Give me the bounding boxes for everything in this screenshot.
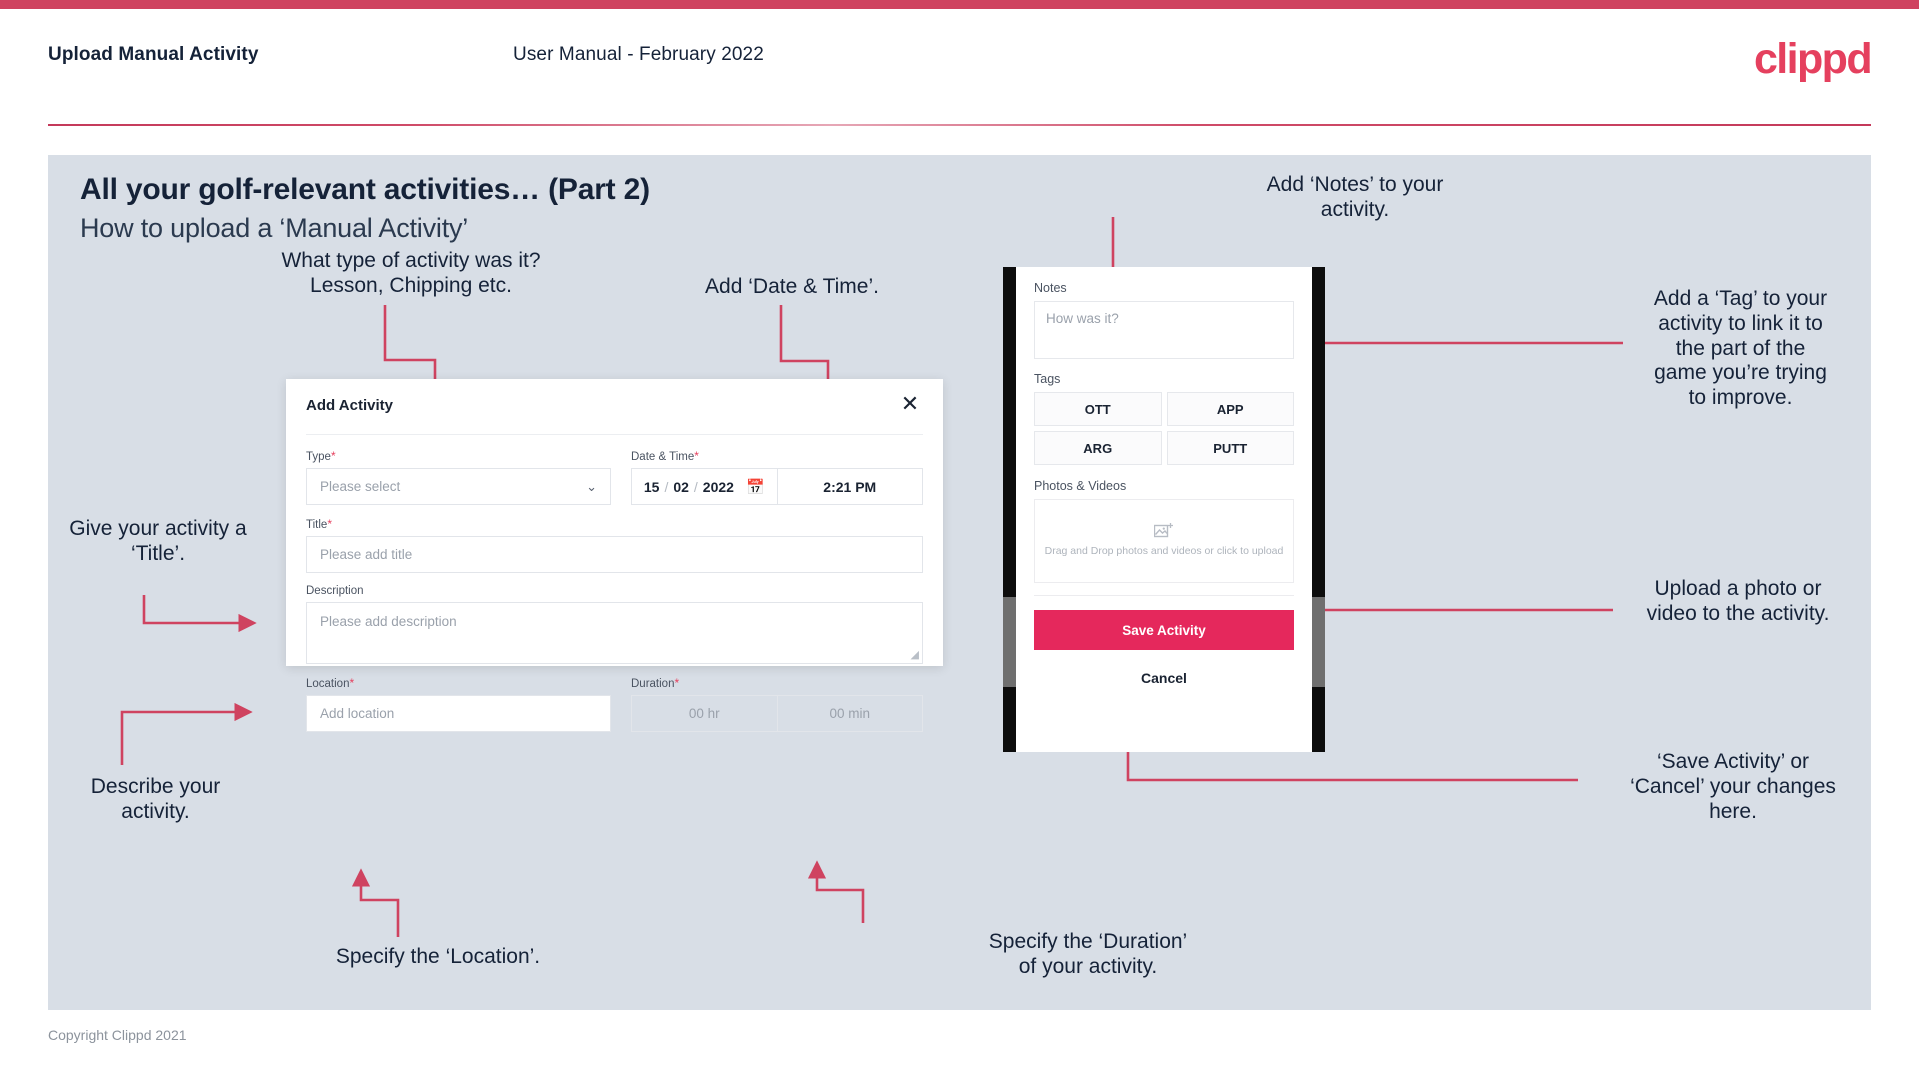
phone-divider — [1034, 595, 1294, 596]
top-accent-bar — [0, 0, 1919, 9]
annotation-location: Specify the ‘Location’. — [335, 945, 541, 968]
row-type-datetime: Type* Please select ⌄ Date & Time* 15 / … — [306, 449, 923, 517]
resize-grip-icon[interactable]: ◢ — [911, 648, 919, 661]
location-required-asterisk: * — [349, 676, 355, 690]
dropzone-text: Drag and Drop photos and videos or click… — [1044, 545, 1284, 558]
annotation-describe: Describe your activity. — [90, 775, 221, 823]
dialog-body: Type* Please select ⌄ Date & Time* 15 / … — [286, 435, 943, 744]
save-activity-button[interactable]: Save Activity — [1034, 610, 1294, 650]
row-location-duration: Location* Add location Duration* 00 hr 0… — [306, 676, 923, 744]
field-description: Description Please add description ◢ — [306, 585, 923, 664]
date-sep-1: / — [664, 478, 669, 495]
add-activity-dialog: Add Activity ✕ Type* Please select ⌄ Dat… — [286, 379, 943, 732]
dialog-title: Add Activity — [306, 397, 393, 414]
description-input[interactable]: Please add description ◢ — [306, 602, 923, 664]
photo-dropzone[interactable]: Drag and Drop photos and videos or click… — [1034, 499, 1294, 583]
slide-title: All your golf-relevant activities… (Part… — [80, 173, 650, 206]
footer-copyright: Copyright Clippd 2021 — [48, 1027, 187, 1043]
date-month: 02 — [673, 478, 689, 495]
annotation-type: What type of activity was it? Lesson, Chi… — [281, 249, 541, 297]
datetime-inputs: 15 / 02 / 2022 📅 2:21 PM — [631, 468, 923, 505]
tag-arg[interactable]: ARG — [1034, 431, 1162, 465]
duration-inputs: 00 hr 00 min — [631, 695, 923, 732]
close-icon[interactable]: ✕ — [897, 391, 923, 417]
field-title: Title* Please add title — [306, 517, 923, 573]
datetime-label-text: Date & Time — [631, 451, 695, 463]
tag-ott[interactable]: OTT — [1034, 392, 1162, 426]
time-input[interactable]: 2:21 PM — [776, 468, 923, 505]
annotation-notes: Add ‘Notes’ to your activity. — [1266, 173, 1444, 221]
duration-label-text: Duration — [631, 678, 675, 690]
chevron-down-icon: ⌄ — [586, 478, 597, 494]
field-duration: Duration* 00 hr 00 min — [631, 676, 923, 732]
photos-label: Photos & Videos — [1034, 479, 1127, 493]
annotation-title: Give your activity a ‘Title’. — [69, 517, 247, 565]
field-type: Type* Please select ⌄ — [306, 449, 611, 505]
phone-form: Notes How was it? Tags OTT APP ARG PUTT … — [1016, 267, 1312, 686]
duration-required-asterisk: * — [674, 676, 680, 690]
phone-screen: Notes How was it? Tags OTT APP ARG PUTT … — [1016, 267, 1312, 752]
add-image-icon — [1154, 523, 1173, 538]
title-required-asterisk: * — [327, 517, 332, 531]
slide-page: Upload Manual Activity User Manual - Feb… — [0, 0, 1919, 1079]
page-title: Upload Manual Activity — [48, 44, 259, 65]
type-label-text: Type — [306, 451, 331, 463]
annotation-tag: Add a ‘Tag’ to your activity to link it t… — [1653, 287, 1828, 410]
title-label: Title* — [306, 517, 923, 531]
tag-app[interactable]: APP — [1166, 392, 1294, 426]
tags-grid: OTT APP ARG PUTT — [1034, 392, 1294, 465]
tags-label: Tags — [1034, 372, 1061, 386]
date-year: 2022 — [702, 478, 734, 495]
notes-input[interactable]: How was it? — [1034, 301, 1294, 359]
field-location: Location* Add location — [306, 676, 611, 732]
tag-putt[interactable]: PUTT — [1166, 431, 1294, 465]
slide-subtitle: How to upload a ‘Manual Activity’ — [80, 213, 469, 243]
description-placeholder: Please add description — [320, 614, 457, 629]
field-datetime: Date & Time* 15 / 02 / 2022 📅 2:21 PM — [631, 449, 923, 505]
location-input[interactable]: Add location — [306, 695, 611, 732]
date-sep-2: / — [693, 478, 698, 495]
phone-bezel-right — [1312, 597, 1325, 687]
type-label: Type* — [306, 449, 611, 463]
description-label: Description — [306, 585, 364, 597]
calendar-icon[interactable]: 📅 — [746, 478, 765, 496]
clippd-logo: clippd — [1753, 35, 1873, 83]
date-input[interactable]: 15 / 02 / 2022 📅 — [631, 468, 777, 505]
dialog-header: Add Activity ✕ — [306, 379, 923, 435]
location-label: Location* — [306, 676, 611, 690]
title-label-text: Title — [306, 519, 328, 531]
type-select[interactable]: Please select ⌄ — [306, 468, 611, 505]
title-input[interactable]: Please add title — [306, 536, 923, 573]
duration-label: Duration* — [631, 676, 923, 690]
location-label-text: Location — [306, 678, 350, 690]
slide-body: All your golf-relevant activities… (Part… — [48, 155, 1871, 1010]
duration-hours-input[interactable]: 00 hr — [631, 695, 777, 732]
datetime-label: Date & Time* — [631, 449, 923, 463]
annotation-duration: Specify the ‘Duration’ of your activity. — [988, 930, 1188, 978]
header-divider — [48, 124, 1871, 126]
annotation-datetime: Add ‘Date & Time’. — [705, 275, 879, 298]
header-subtitle: User Manual - February 2022 — [513, 44, 764, 65]
type-required-asterisk: * — [330, 449, 336, 463]
cancel-button[interactable]: Cancel — [1034, 670, 1294, 686]
datetime-required-asterisk: * — [694, 449, 699, 463]
annotation-upload: Upload a photo or video to the activity. — [1646, 577, 1830, 625]
phone-mockup: Notes How was it? Tags OTT APP ARG PUTT … — [1003, 267, 1325, 752]
duration-minutes-input[interactable]: 00 min — [776, 695, 923, 732]
phone-bezel-left — [1003, 597, 1016, 687]
annotation-save: ‘Save Activity’ or ‘Cancel’ your changes h… — [1630, 750, 1836, 823]
notes-label: Notes — [1034, 281, 1067, 295]
date-day: 15 — [643, 478, 660, 495]
type-select-value: Please select — [320, 479, 401, 494]
